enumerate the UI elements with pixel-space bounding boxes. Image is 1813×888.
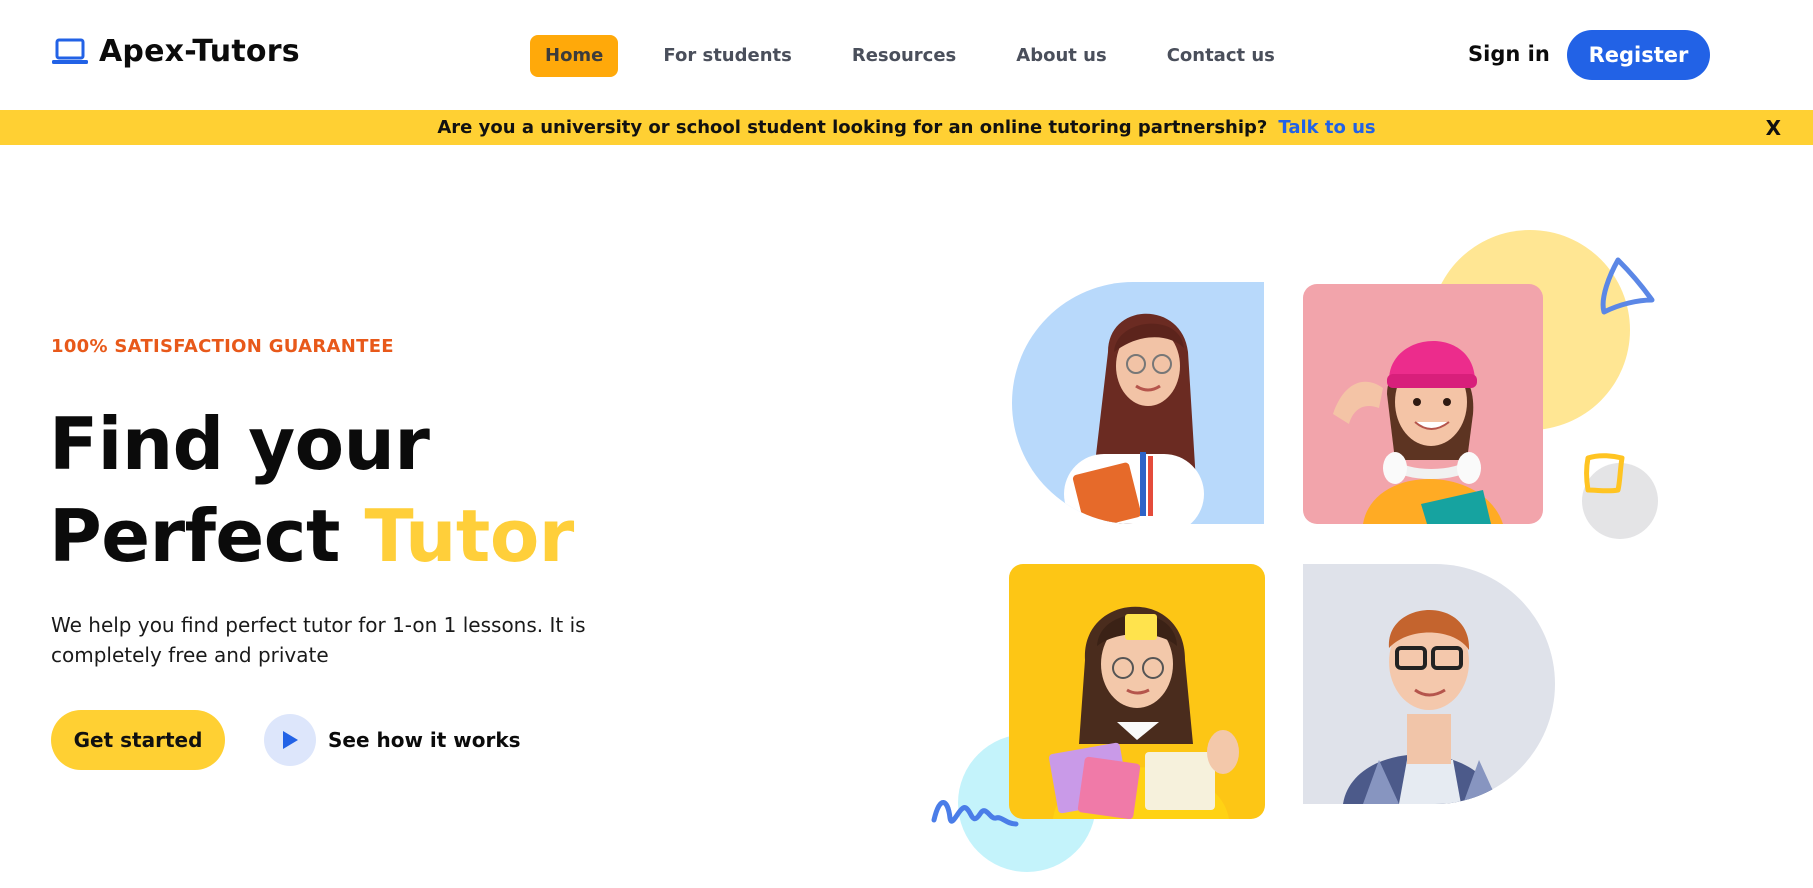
headline-accent-word: Tutor bbox=[364, 494, 574, 578]
see-how-it-works-button[interactable]: See how it works bbox=[264, 714, 521, 766]
student-photo-1 bbox=[1012, 282, 1264, 524]
get-started-button[interactable]: Get started bbox=[51, 710, 225, 770]
brand-logo[interactable]: Apex-Tutors bbox=[51, 34, 300, 69]
student-photo-2 bbox=[1303, 284, 1543, 524]
announcement-banner: Are you a university or school student l… bbox=[0, 110, 1813, 145]
play-icon bbox=[264, 714, 316, 766]
hero-subtext: We help you find perfect tutor for 1-on … bbox=[51, 613, 586, 667]
student-photo-3 bbox=[1009, 564, 1265, 819]
student-photo-4 bbox=[1303, 564, 1555, 804]
nav-item-for-students[interactable]: For students bbox=[648, 35, 806, 77]
yellow-square-doodle bbox=[1584, 453, 1625, 494]
see-how-it-works-label: See how it works bbox=[328, 728, 521, 752]
sign-in-link[interactable]: Sign in bbox=[1468, 42, 1550, 66]
headline-line-1: Find your bbox=[49, 402, 430, 486]
blue-triangle-doodle bbox=[1600, 257, 1655, 315]
nav-item-about-us[interactable]: About us bbox=[1001, 35, 1121, 77]
main-nav: Home For students Resources About us Con… bbox=[530, 35, 1290, 77]
hero-illustration bbox=[920, 220, 1680, 880]
nav-item-resources[interactable]: Resources bbox=[837, 35, 971, 77]
brand-name: Apex-Tutors bbox=[99, 34, 300, 69]
hero-headline: Find your Perfect Tutor bbox=[49, 398, 574, 582]
headline-line-2: Perfect bbox=[49, 494, 340, 578]
hero-eyebrow: 100% SATISFACTION GUARANTEE bbox=[51, 336, 394, 357]
site-header: Apex-Tutors Home For students Resources … bbox=[0, 0, 1813, 110]
banner-message: Are you a university or school student l… bbox=[437, 117, 1268, 138]
banner-talk-link[interactable]: Talk to us bbox=[1278, 117, 1375, 138]
register-button[interactable]: Register bbox=[1567, 30, 1710, 80]
laptop-icon bbox=[52, 38, 88, 64]
nav-item-home[interactable]: Home bbox=[530, 35, 619, 77]
banner-close-button[interactable]: X bbox=[1766, 116, 1781, 140]
nav-item-contact-us[interactable]: Contact us bbox=[1152, 35, 1290, 77]
